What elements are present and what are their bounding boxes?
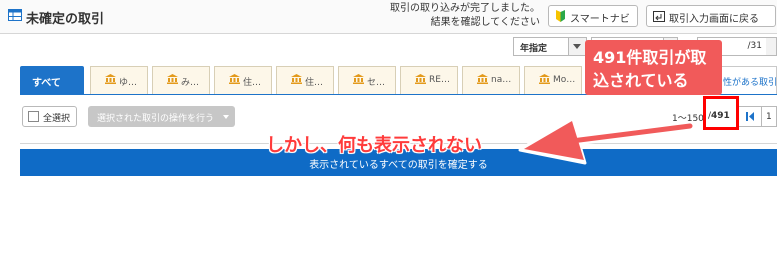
annotation-message: しかし、何も表示されない	[266, 135, 482, 156]
